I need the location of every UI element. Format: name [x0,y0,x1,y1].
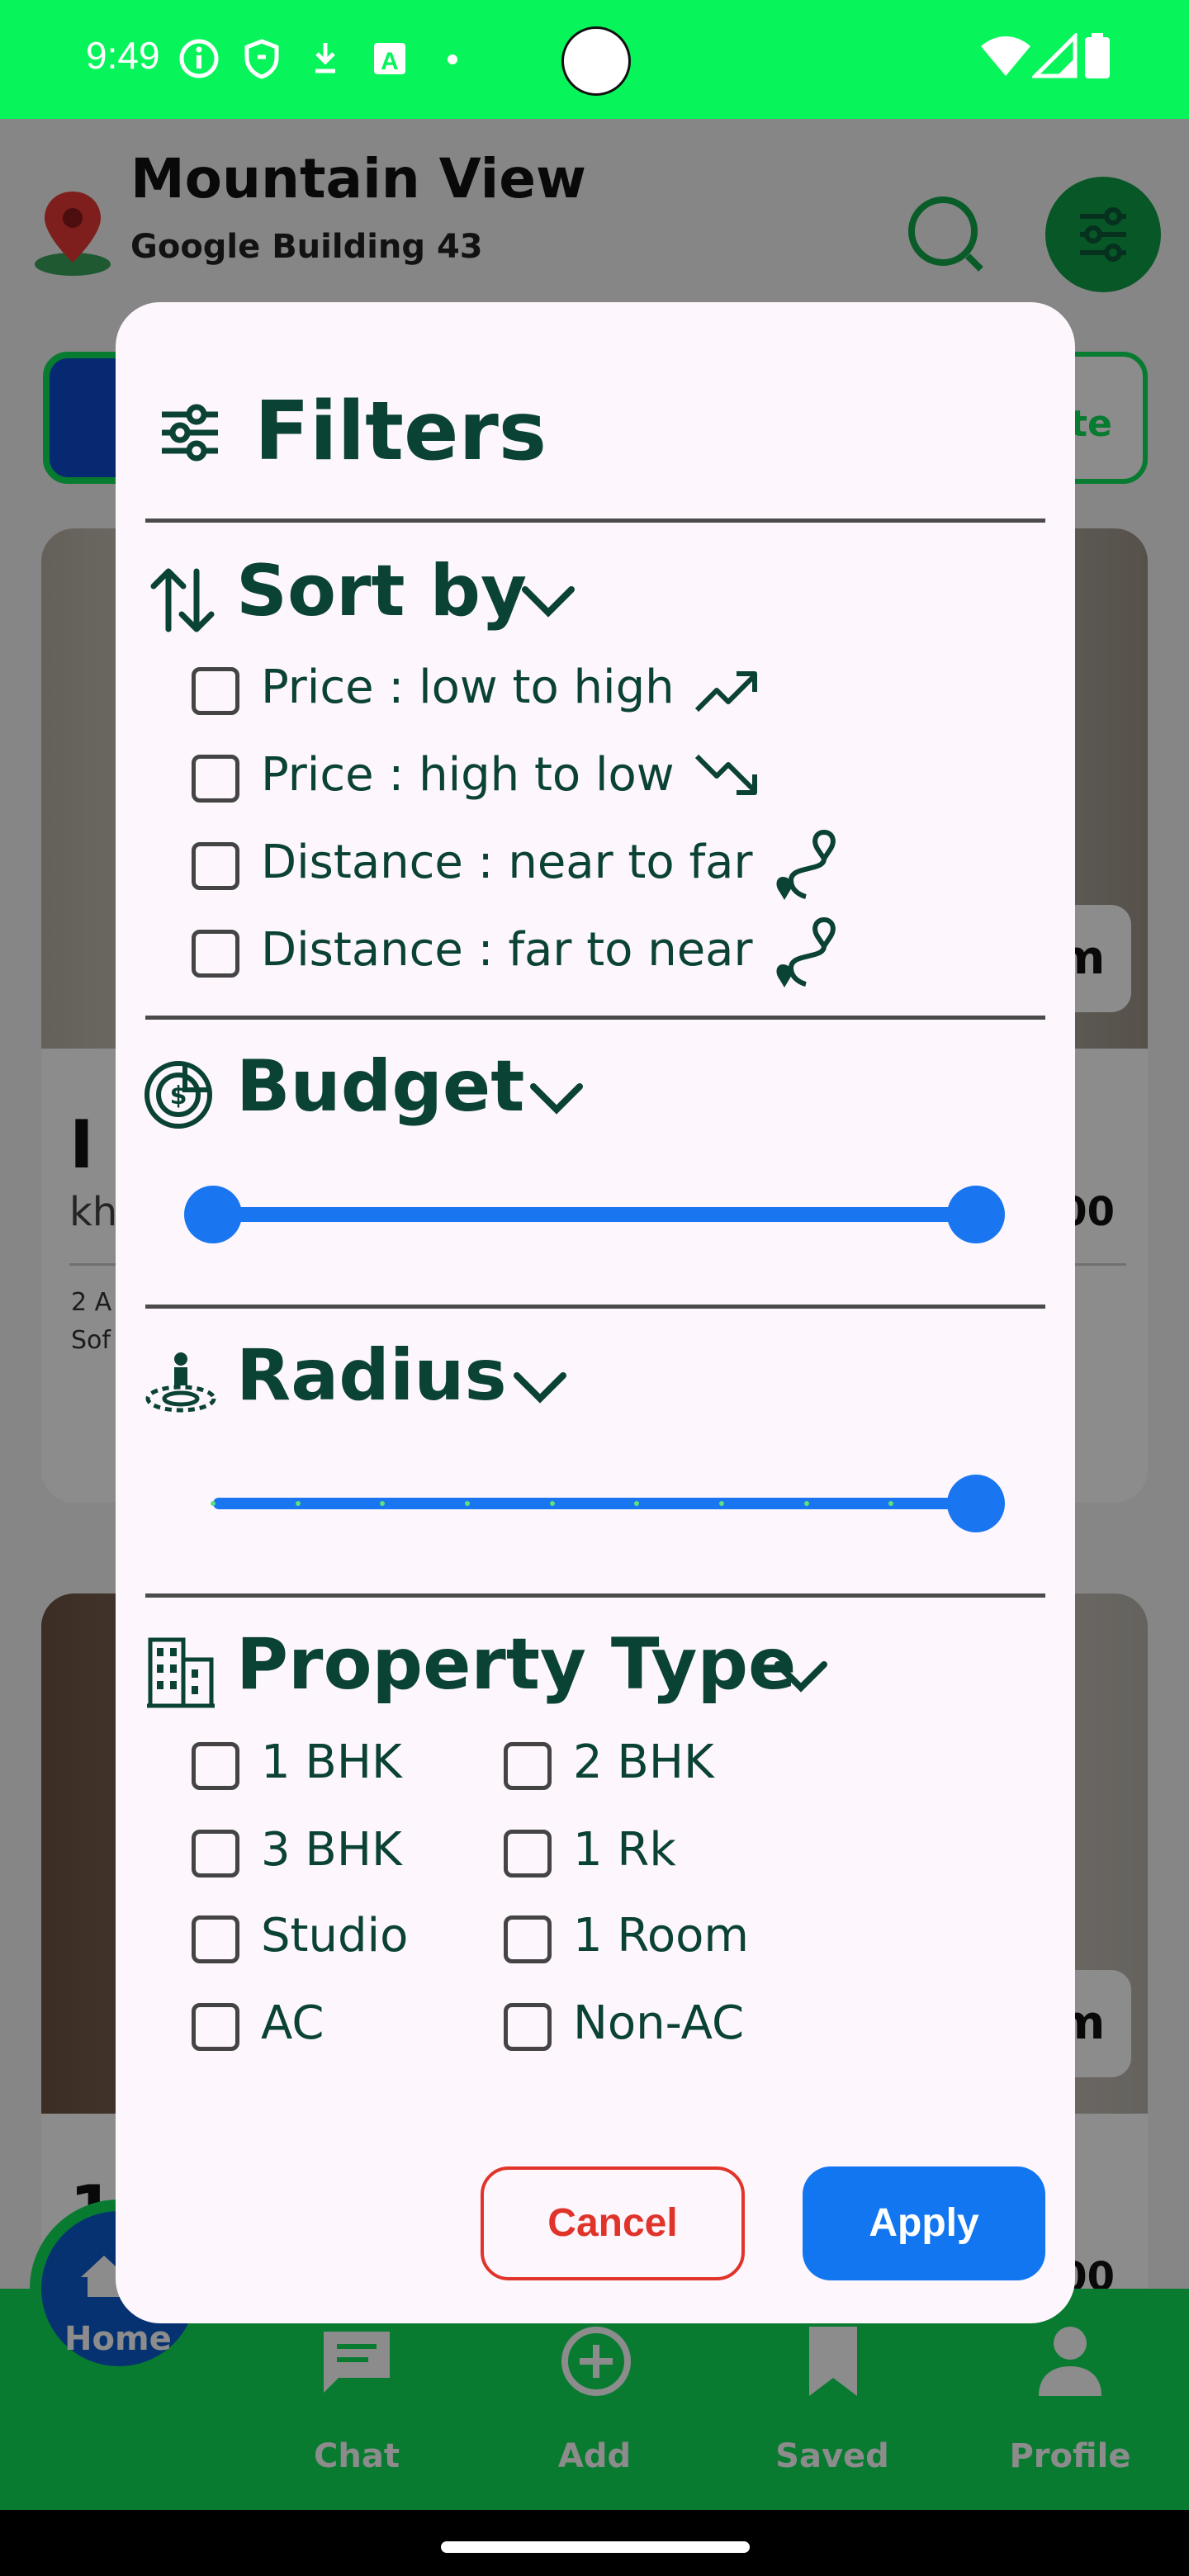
property-type-section-title[interactable]: Property Type [236,1623,796,1706]
checkbox-1room[interactable] [504,1915,552,1963]
tune-icon [162,404,218,462]
option-label[interactable]: 1 Rk [573,1823,676,1877]
radius-slider-tick [719,1501,724,1506]
checkbox-sort-high-low[interactable] [192,755,239,803]
radius-section-title[interactable]: Radius [236,1334,507,1417]
dot-icon [448,54,457,64]
sort-section-title[interactable]: Sort by [236,550,527,632]
divider [145,1016,1045,1020]
checkbox-sort-far-near[interactable] [192,930,239,978]
route-icon [776,916,836,987]
option-label[interactable]: AC [261,1996,324,2050]
filters-dialog: Filters Sort by Price : low to high Pric… [116,302,1075,2323]
apply-button[interactable]: Apply [803,2166,1045,2280]
radius-icon [145,1352,216,1413]
checkbox-2bhk[interactable] [504,1742,552,1790]
budget-slider-min-thumb[interactable] [184,1186,242,1243]
svg-text:$: $ [170,1082,187,1110]
checkbox-1rk[interactable] [504,1830,552,1878]
signal-icon [1032,33,1078,78]
radius-slider-tick [211,1501,216,1506]
trending-up-icon [694,671,757,713]
route-icon [776,829,836,900]
option-label[interactable]: 2 BHK [573,1735,714,1789]
sort-icon [150,568,215,632]
chevron-down-icon[interactable] [771,1656,831,1698]
checkbox-ac[interactable] [192,2003,239,2051]
trending-down-icon [694,754,757,795]
chevron-down-icon[interactable] [519,581,578,623]
battery-icon [1085,33,1110,78]
radius-slider-tick [465,1501,470,1506]
svg-text:A: A [381,48,399,75]
option-label[interactable]: 1 BHK [261,1735,402,1789]
checkbox-non-ac[interactable] [504,2003,552,2051]
checkbox-3bhk[interactable] [192,1830,239,1878]
shield-icon [244,39,279,79]
status-time: 9:49 [86,34,160,77]
radius-slider-track[interactable] [213,1498,976,1509]
info-icon [179,39,219,78]
option-label[interactable]: Price : low to high [261,661,675,714]
text-icon: A [374,43,405,75]
option-label[interactable]: Non-AC [573,1996,744,2050]
checkbox-studio[interactable] [192,1915,239,1963]
divider [145,519,1045,523]
option-label[interactable]: Studio [261,1909,408,1963]
building-icon [147,1637,215,1708]
divider [145,1305,1045,1309]
option-label[interactable]: Price : high to low [261,748,675,802]
checkbox-sort-low-high[interactable] [192,667,239,715]
wifi-icon [981,36,1030,76]
budget-slider-max-thumb[interactable] [947,1186,1005,1243]
budget-icon: $ [144,1061,212,1129]
checkbox-1bhk[interactable] [192,1742,239,1790]
option-label[interactable]: 1 Room [573,1909,749,1963]
option-label[interactable]: Distance : near to far [261,836,753,889]
option-label[interactable]: 3 BHK [261,1823,402,1877]
cancel-button[interactable]: Cancel [481,2166,745,2280]
home-gesture-pill[interactable] [441,2541,750,2553]
option-label[interactable]: Distance : far to near [261,923,753,977]
chevron-down-icon[interactable] [510,1367,570,1409]
radius-slider-tick [295,1501,301,1506]
budget-section-title[interactable]: Budget [236,1045,524,1128]
checkbox-sort-near-far[interactable] [192,842,239,890]
download-icon [315,43,335,73]
budget-slider-track[interactable] [213,1207,976,1222]
chevron-down-icon[interactable] [527,1078,586,1120]
dialog-title: Filters [254,385,547,479]
status-bar: 9:49 A [0,0,1189,119]
camera-cutout [561,26,631,96]
radius-slider-tick [549,1501,555,1506]
divider [145,1593,1045,1598]
radius-slider-thumb[interactable] [947,1475,1005,1532]
radius-slider-tick [803,1501,809,1506]
